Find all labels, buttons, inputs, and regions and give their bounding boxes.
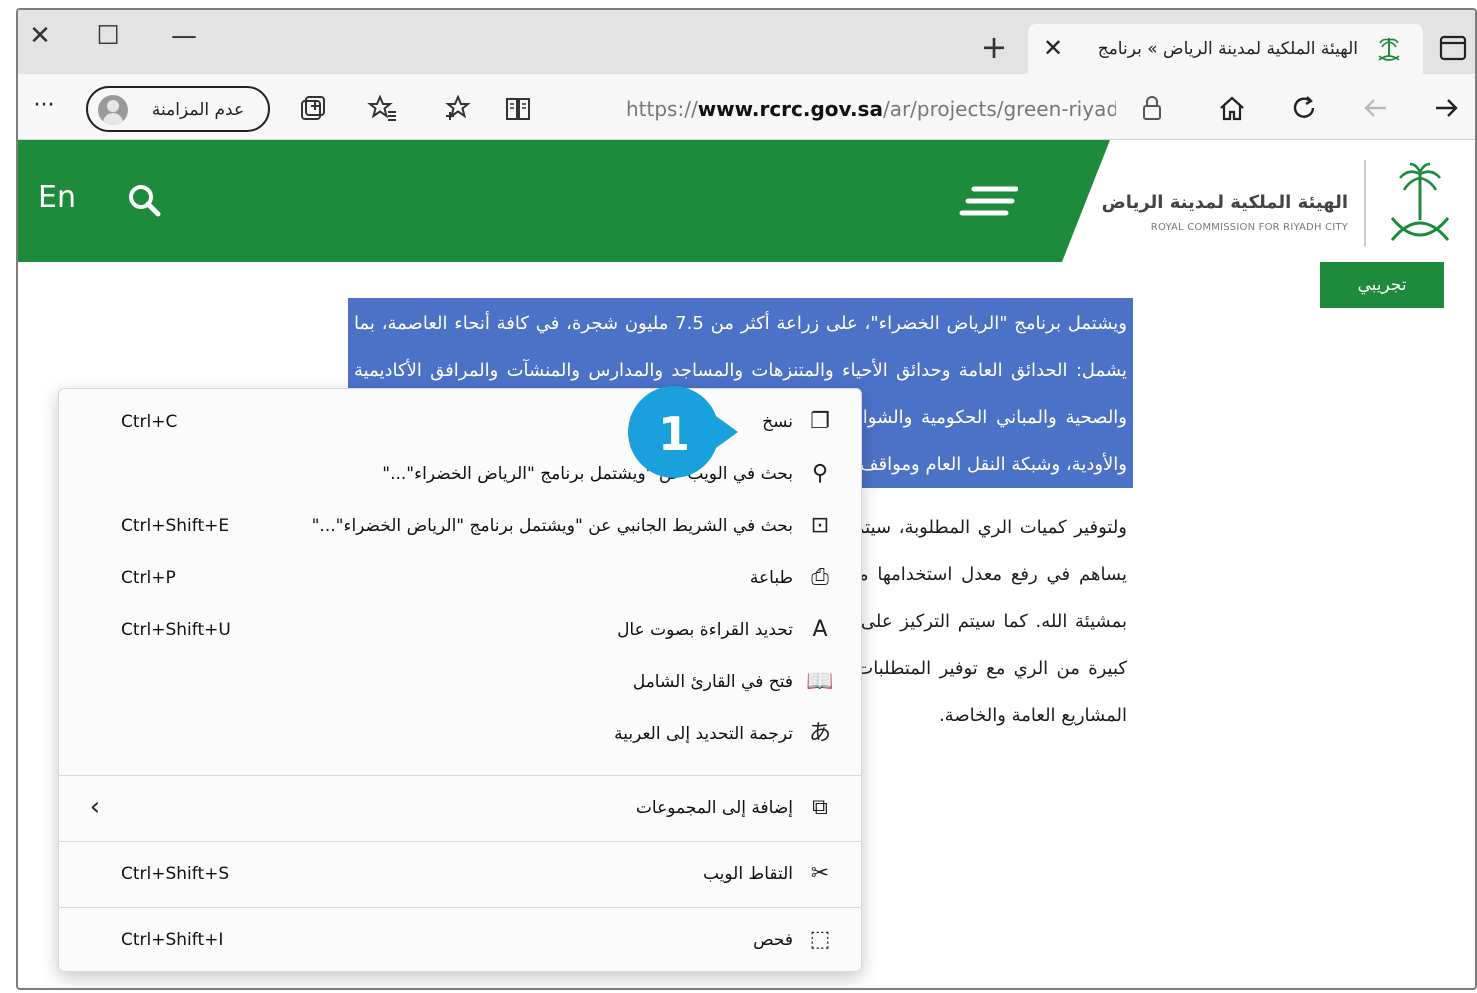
menu-item-label: التقاط الويب [702,864,793,884]
palm-emblem-icon [1378,38,1400,61]
menu-item-label: فحص [753,930,793,950]
translate-icon: あ [808,721,831,746]
tab-title: الهيئة الملكية لمدينة الرياض » برنامج [1097,39,1358,59]
print-icon: ⎙ [811,565,829,590]
menu-item-label: بحث في الشريط الجانبي عن "ويشتمل برنامج … [311,516,793,536]
hamburger-menu-icon[interactable] [958,184,1018,220]
more-options-icon[interactable]: ··· [28,92,60,122]
url-field[interactable]: https://www.rcrc.gov.sa/ar/projects/gree… [626,94,1116,124]
header-green-band [18,140,1110,262]
address-toolbar: ··· عدم المزامنة https://www.rcrc.gov.sa… [18,74,1475,140]
home-icon[interactable] [1216,92,1248,124]
profile-sync-button[interactable]: عدم المزامنة [86,86,270,132]
immersive-reader-icon: 📖 [806,669,834,694]
beta-badge: تجريبي [1320,262,1444,308]
logo-title: الهيئة الملكية لمدينة الرياض [1101,192,1348,213]
menu-item-label: تحديد القراءة بصوت عال [617,620,793,640]
context-menu-item-collections[interactable]: ‹ إضافة إلى المجموعات ⧉ [59,785,861,831]
tab-actions-icon[interactable] [1438,34,1468,62]
tab-close-button[interactable]: ✕ [1040,32,1066,64]
sidebar-search-icon: ⊡ [810,513,830,538]
context-menu-item-read-aloud[interactable]: Ctrl+Shift+U تحديد القراءة بصوت عال A [59,607,861,653]
palm-emblem-icon[interactable] [1380,160,1460,250]
browser-window: ✕ ☐ — + ✕ الهيئة الملكية لمدينة الرياض »… [16,8,1477,990]
profile-sync-label: عدم المزامنة [151,100,245,120]
context-menu-item-web-capture[interactable]: Ctrl+Shift+S التقاط الويب ✂ [59,851,861,897]
web-capture-icon: ✂ [810,861,830,886]
window-close-button[interactable]: ✕ [20,16,60,56]
window-maximize-button[interactable]: ☐ [88,16,128,56]
context-menu-item-sidebar-search[interactable]: Ctrl+Shift+E بحث في الشريط الجانبي عن "و… [59,503,861,549]
step-number: 1 [657,407,690,461]
lock-icon[interactable] [1136,92,1168,124]
context-menu-item-translate[interactable]: ترجمة التحديد إلى العربية あ [59,711,861,757]
menu-item-label: طباعة [749,568,793,588]
logo-divider [1364,160,1366,246]
search-icon[interactable] [122,178,166,222]
avatar [98,95,128,125]
inspect-icon: ⬚ [809,927,831,952]
reader-view-icon[interactable] [502,92,534,124]
refresh-icon[interactable] [1288,92,1320,124]
add-favorite-icon[interactable] [442,92,474,124]
chevron-left-icon: ‹ [89,792,101,822]
context-menu-item-print[interactable]: Ctrl+P طباعة ⎙ [59,555,861,601]
context-menu-item-immersive-reader[interactable]: فتح في القارئ الشامل 📖 [59,659,861,705]
browser-tab[interactable]: ✕ الهيئة الملكية لمدينة الرياض » برنامج [1028,24,1423,74]
collections-icon: ⧉ [812,795,828,820]
menu-separator [59,841,861,842]
logo-subtitle: ROYAL COMMISSION FOR RIYADH CITY [1150,222,1348,233]
site-logo-text[interactable]: الهيئة الملكية لمدينة الرياض ROYAL COMMI… [1102,192,1348,248]
step-callout: 1 [620,384,760,480]
new-tab-button[interactable]: + [976,30,1012,66]
menu-item-label: إضافة إلى المجموعات [635,798,793,818]
back-arrow-icon[interactable] [1360,92,1392,124]
title-bar: ✕ ☐ — + ✕ الهيئة الملكية لمدينة الرياض »… [18,10,1475,74]
menu-separator [59,907,861,908]
favorites-icon[interactable] [366,92,398,124]
site-header: En الهيئة الملكية لمدينة الرياض ROYAL CO… [18,140,1475,262]
window-minimize-button[interactable]: — [164,16,204,56]
menu-item-label: ترجمة التحديد إلى العربية [614,724,793,744]
language-link[interactable]: En [38,178,88,218]
context-menu-item-inspect[interactable]: Ctrl+Shift+I فحص ⬚ [59,917,861,963]
collections-icon[interactable] [296,92,328,124]
menu-separator [59,775,861,776]
forward-arrow-icon[interactable] [1430,92,1462,124]
search-icon: ⚲ [811,461,829,486]
menu-item-label: فتح في القارئ الشامل [632,672,793,692]
read-aloud-icon: A [812,617,828,642]
copy-icon: ❐ [810,409,830,434]
